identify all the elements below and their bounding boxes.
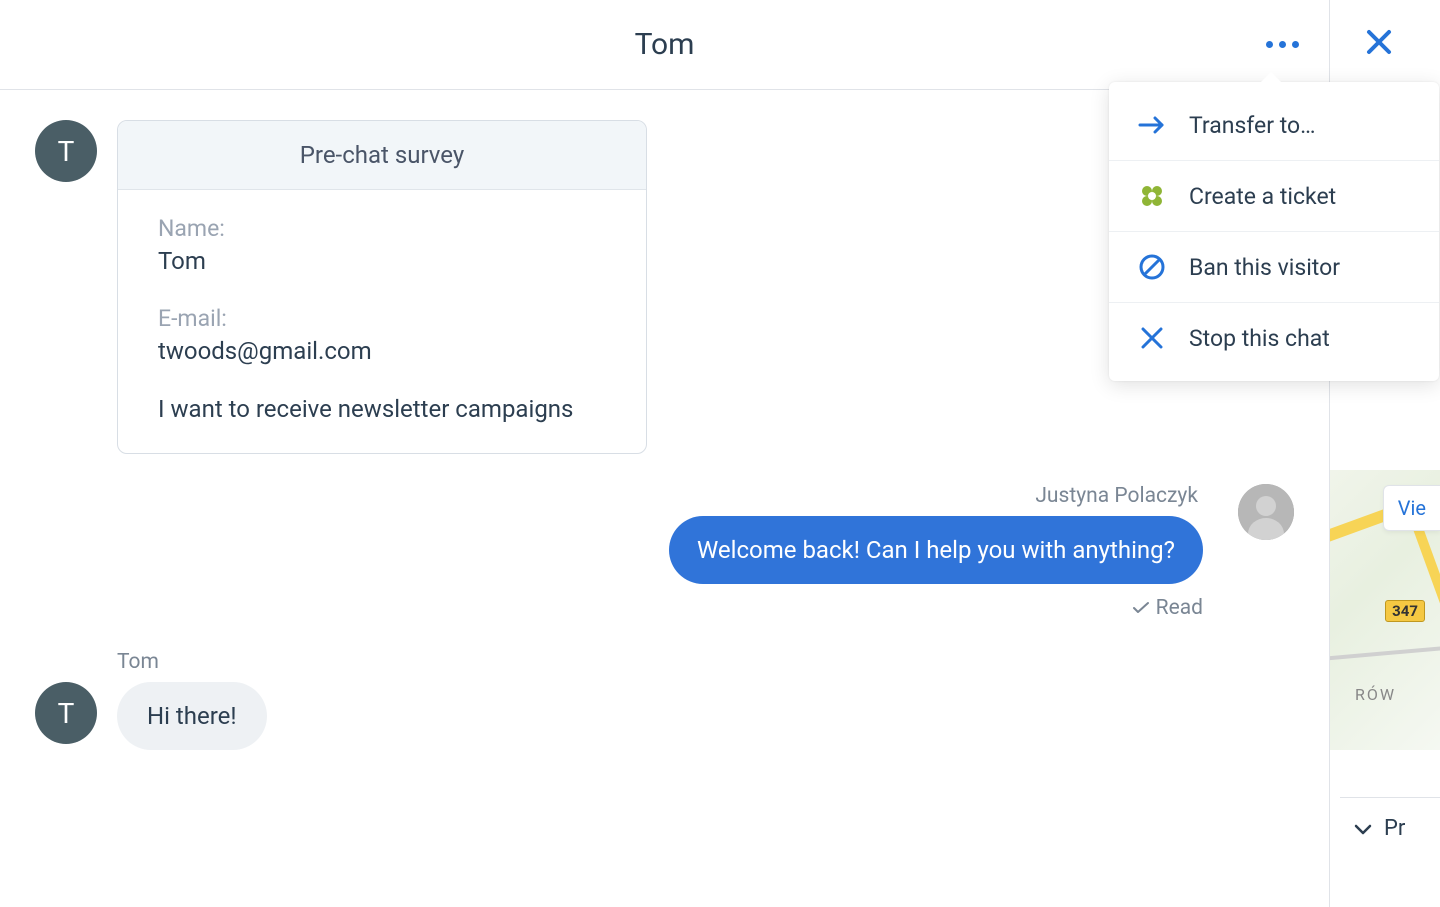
prechat-survey-card: Pre-chat survey Name: Tom E-mail: twoods… <box>117 120 647 454</box>
close-chat-button[interactable] <box>1365 28 1393 56</box>
visitor-location-map[interactable]: Vie 347 RÓW <box>1330 470 1440 750</box>
close-icon <box>1137 323 1167 353</box>
agent-name: Justyna Polaczyk <box>1035 484 1203 508</box>
menu-item-ban-visitor[interactable]: Ban this visitor <box>1109 232 1439 303</box>
ban-icon <box>1137 252 1167 282</box>
read-status: Read <box>1132 596 1203 620</box>
agent-avatar[interactable] <box>1238 484 1294 540</box>
view-map-button[interactable]: Vie <box>1383 485 1440 531</box>
menu-item-stop-chat[interactable]: Stop this chat <box>1109 303 1439 373</box>
visitor-message-block: Tom T Hi there! <box>35 650 1294 750</box>
survey-name-label: Name: <box>158 215 606 242</box>
menu-item-create-ticket[interactable]: Create a ticket <box>1109 161 1439 232</box>
survey-email-value: twoods@gmail.com <box>158 337 606 365</box>
survey-email-label: E-mail: <box>158 305 606 332</box>
chevron-down-icon <box>1354 823 1372 835</box>
ticket-icon <box>1137 181 1167 211</box>
menu-item-transfer[interactable]: Transfer to… <box>1109 90 1439 161</box>
chat-title: Tom <box>635 27 695 62</box>
more-menu-button[interactable] <box>1256 31 1309 58</box>
survey-optin-text: I want to receive newsletter campaigns <box>158 395 606 423</box>
map-place-text: RÓW <box>1355 685 1396 704</box>
survey-name-value: Tom <box>158 247 606 275</box>
menu-label: Ban this visitor <box>1189 254 1340 281</box>
survey-message-row: T Pre-chat survey Name: Tom E-mail: twoo… <box>35 120 1294 454</box>
arrow-right-icon <box>1137 110 1167 140</box>
menu-label: Create a ticket <box>1189 183 1336 210</box>
close-icon <box>1365 28 1393 56</box>
sidebar-footer-section[interactable]: Pr <box>1340 797 1440 859</box>
agent-message-bubble: Welcome back! Can I help you with anythi… <box>669 516 1203 584</box>
visitor-avatar[interactable]: T <box>35 120 97 182</box>
sidebar-footer-label: Pr <box>1384 816 1405 841</box>
menu-label: Stop this chat <box>1189 325 1330 352</box>
visitor-name: Tom <box>117 650 1294 674</box>
more-actions-dropdown: Transfer to… Create a ticket <box>1109 82 1439 381</box>
check-icon <box>1132 601 1150 615</box>
chat-main-panel: Tom Transfer to… <box>0 0 1330 907</box>
chat-header: Tom Transfer to… <box>0 0 1329 90</box>
visitor-avatar[interactable]: T <box>35 682 97 744</box>
visitor-message-bubble: Hi there! <box>117 682 267 750</box>
agent-message-row: Justyna Polaczyk Welcome back! Can I hel… <box>35 484 1294 620</box>
survey-title: Pre-chat survey <box>118 121 646 190</box>
ellipsis-icon <box>1266 41 1273 48</box>
map-road-label: 347 <box>1385 600 1425 622</box>
menu-label: Transfer to… <box>1189 112 1316 139</box>
